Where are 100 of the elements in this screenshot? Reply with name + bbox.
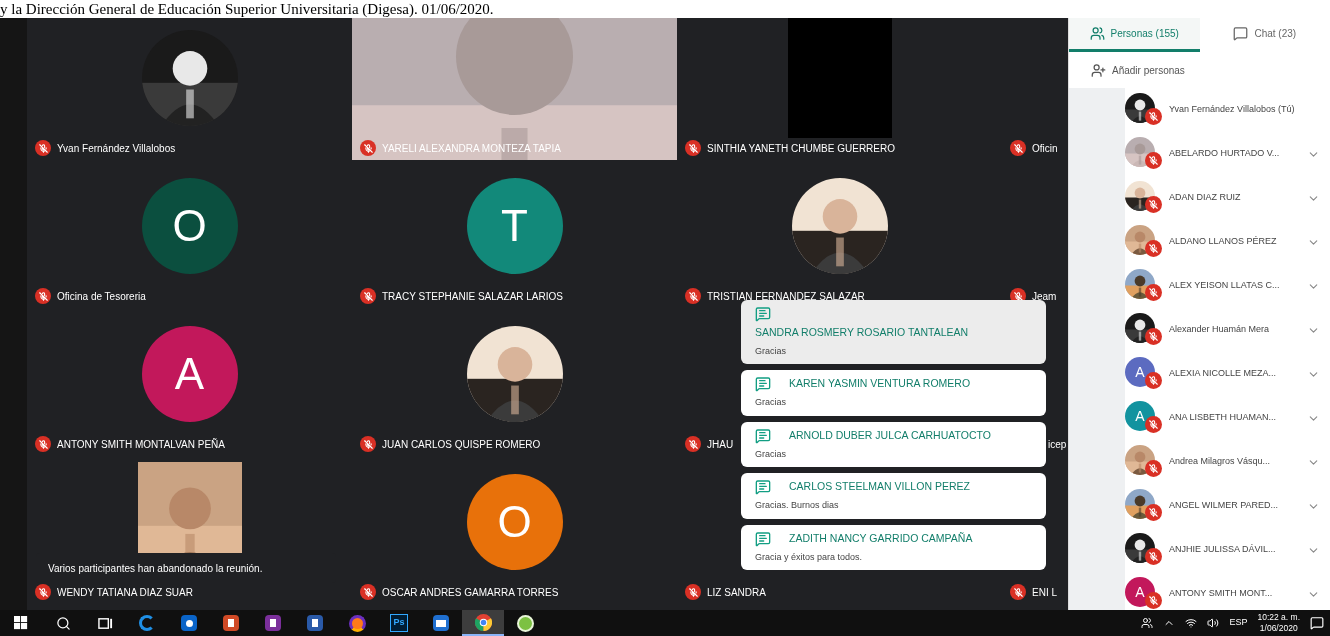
muted-mic-icon [1010,140,1026,156]
participant-row[interactable]: ALDANO LLANOS PÉREZ [1069,220,1330,264]
clock-time[interactable]: 10:22 a. m. [1257,612,1300,623]
chat-toast[interactable]: SANDRA ROSMERY ROSARIO TANTALEAN Gracias [741,300,1046,365]
chat-message: Gracias [755,447,787,461]
chat-toast[interactable]: ZADITH NANCY GARRIDO CAMPAÑA Gracia y éxitos para todos. [741,524,1046,571]
photoshop-app-icon[interactable]: Ps [390,614,408,632]
people-icon[interactable] [1141,617,1154,629]
participant-row[interactable]: ALEX YEISON LLATAS C... [1069,264,1330,308]
chrome-icon[interactable] [474,613,492,631]
chat-message: Gracia y éxitos para todos. [755,550,864,564]
muted-mic-icon [35,288,51,304]
network-icon[interactable] [1185,617,1198,629]
window-app-icon[interactable] [433,615,449,631]
onenote-app-icon[interactable] [265,615,281,631]
chat-message-icon [755,306,771,322]
avatar-letter: T [466,178,563,274]
powerpoint-app-icon[interactable] [223,615,239,631]
participant-row[interactable]: ABELARDO HURTADO V... [1069,132,1330,176]
avatar-letter: A [141,326,238,422]
people-icon [1089,26,1105,41]
participant-name: ANJHIE JULISSA DÁVIL... [1169,543,1277,557]
add-person-icon [1091,62,1106,78]
participant-name: Alexander Huamán Mera [1169,323,1271,337]
participant-name: Yvan Fernández Villalobos [57,141,176,156]
participant-name: ENI L [1032,585,1057,600]
muted-mic-icon [1145,152,1162,169]
search-icon[interactable] [55,615,71,631]
participant-name: OSCAR ANDRES GAMARRA TORRES [382,585,559,600]
participant-row[interactable]: ADAN DIAZ RUIZ [1069,176,1330,220]
chat-message-icon [755,530,771,547]
muted-mic-icon [1145,108,1162,125]
participant-name: LIZ SANDRA [707,585,766,600]
participant-name: Yvan Fernández Villalobos (Tú) [1169,103,1296,117]
muted-mic-icon [1145,460,1162,477]
notification-text: Varios participantes han abandonado la reunión. [48,561,263,576]
notifications-icon[interactable] [1310,616,1324,630]
muted-mic-icon [360,288,376,304]
outlook-app-icon[interactable] [181,615,197,631]
chat-icon [1233,26,1249,41]
chat-message-icon [755,376,771,393]
clock-date[interactable]: 1/06/2020 [1259,623,1298,634]
muted-mic-icon [1145,284,1162,301]
muted-mic-icon [35,584,51,600]
participant-row[interactable]: Alexander Huamán Mera [1069,308,1330,352]
participant-name: Andrea Milagros Vásqu... [1169,455,1272,469]
participant-name: WENDY TATIANA DIAZ SUAR [57,585,193,600]
muted-mic-icon [685,436,701,452]
muted-mic-icon [1145,416,1162,433]
browser-e-icon[interactable] [139,615,155,631]
task-view-icon[interactable] [97,615,113,631]
participant-name: ALEX YEISON LLATAS C... [1169,279,1281,293]
participant-name: icep [1048,437,1067,452]
chat-toast[interactable]: ARNOLD DUBER JULCA CARHUATOCTO Gracias [741,421,1046,468]
muted-mic-icon [685,584,701,600]
muted-mic-icon [360,584,376,600]
muted-mic-icon [1145,196,1162,213]
participant-name: JHAU [707,437,734,452]
participant-name: JUAN CARLOS QUISPE ROMERO [382,437,541,452]
muted-mic-icon [35,436,51,452]
chat-message: Gracias [755,344,787,358]
fox-globe-icon[interactable] [348,614,366,632]
avatar-letter: O [141,178,238,274]
volume-icon[interactable] [1207,617,1220,629]
muted-mic-icon [1145,504,1162,521]
word-app-icon[interactable] [307,615,323,631]
sender-name: KAREN YASMIN VENTURA ROMERO [789,376,971,392]
participant-name: ANTONY SMITH MONT... [1169,587,1274,601]
muted-mic-icon [1145,548,1162,565]
muted-mic-icon [35,140,51,156]
sender-name: SANDRA ROSMERY ROSARIO TANTALEAN [755,325,970,340]
chat-message-icon [755,427,771,444]
participant-row[interactable]: Yvan Fernández Villalobos (Tú) [1069,88,1330,132]
sender-name: ZADITH NANCY GARRIDO CAMPAÑA [789,530,973,546]
participant-name: TRACY STEPHANIE SALAZAR LARIOS [382,289,563,304]
chat-toast[interactable]: CARLOS STEELMAN VILLON PEREZ Gracias. Burnos dias [741,473,1046,519]
participant-name: Oficin [1032,141,1058,156]
chat-message: Gracias [755,396,787,410]
windows-start-icon[interactable] [14,616,28,630]
muted-mic-icon [1145,328,1162,345]
chat-toast[interactable]: KAREN YASMIN VENTURA ROMERO Gracias [741,370,1046,416]
participant-row[interactable]: Andrea Milagros Vásqu... [1069,440,1330,484]
participant-row[interactable]: ANGEL WILMER PARED... [1069,484,1330,528]
participant-row[interactable]: A ANA LISBETH HUAMAN... [1069,396,1330,440]
muted-mic-icon [685,288,701,304]
participant-row[interactable]: A ALEXIA NICOLLE MEZA... [1069,352,1330,396]
participant-row[interactable]: ANJHIE JULISSA DÁVIL... [1069,528,1330,572]
sender-name: ARNOLD DUBER JULCA CARHUATOCTO [789,427,991,443]
sender-name: CARLOS STEELMAN VILLON PEREZ [789,479,970,495]
participant-name: YARELI ALEXANDRA MONTEZA TAPIA [382,141,561,156]
sidebar-tab[interactable]: Personas (155) [1069,18,1200,52]
add-people-button[interactable]: Añadir personas [1069,52,1330,88]
sidebar-tab[interactable]: Chat (23) [1199,18,1330,52]
language-indicator[interactable]: ESP [1229,616,1248,630]
avatar-letter: O [466,474,563,570]
muted-mic-icon [1010,584,1026,600]
muted-mic-icon [1145,372,1162,389]
participant-name: ANGEL WILMER PARED... [1169,499,1280,513]
chat-message-icon [755,479,771,496]
participant-name: ABELARDO HURTADO V... [1169,147,1281,161]
